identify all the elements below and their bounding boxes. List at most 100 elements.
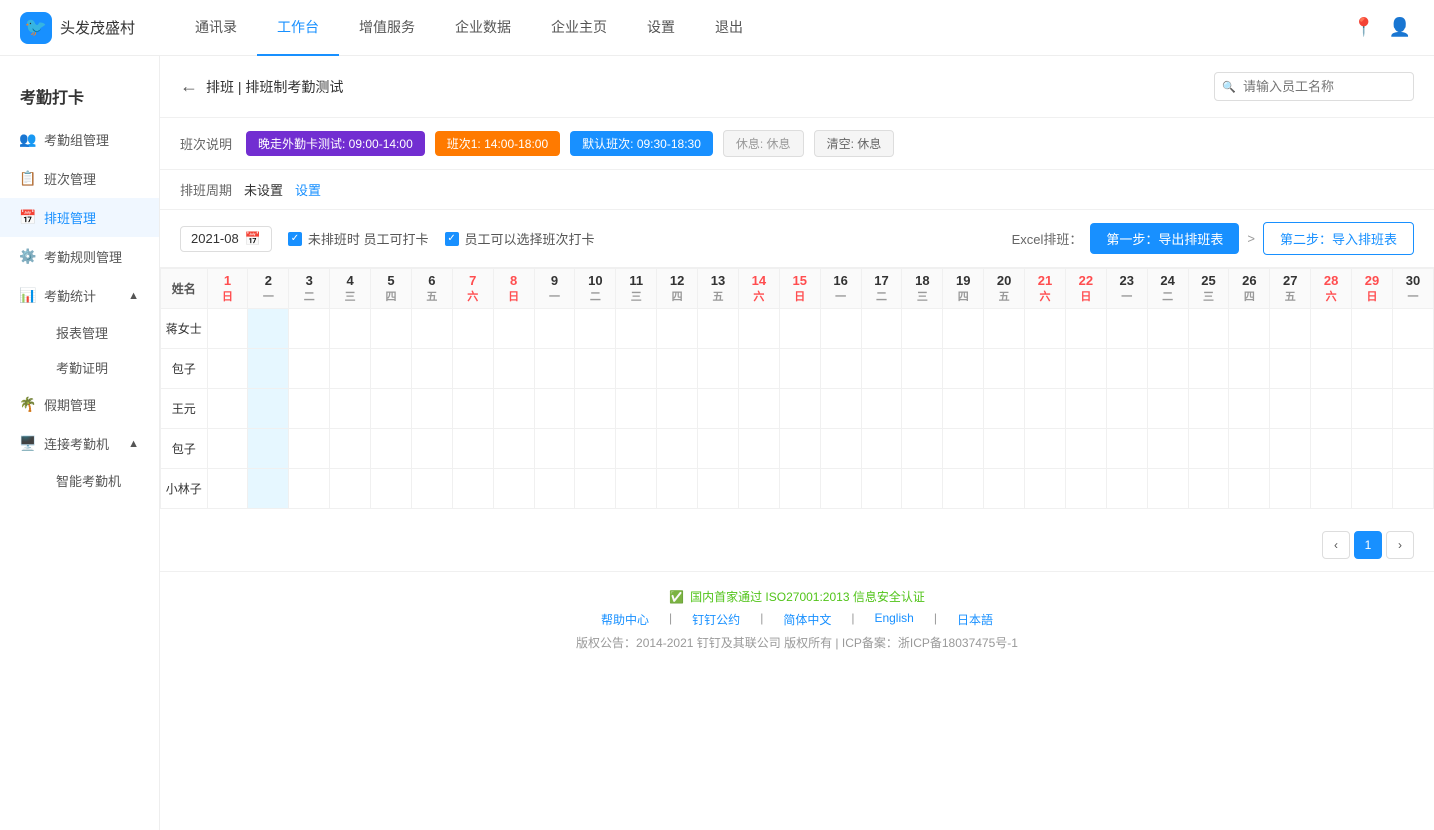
period-link[interactable]: 设置 (295, 180, 321, 199)
cell-5-9[interactable] (534, 469, 575, 509)
cell-3-30[interactable] (1392, 389, 1433, 429)
cell-3-29[interactable] (1352, 389, 1393, 429)
cell-3-15[interactable] (779, 389, 820, 429)
search-input[interactable] (1214, 72, 1414, 101)
cell-1-13[interactable] (698, 309, 739, 349)
cell-4-28[interactable] (1311, 429, 1352, 469)
cell-4-21[interactable] (1025, 429, 1066, 469)
cell-2-5[interactable] (371, 349, 412, 389)
checkbox-1[interactable]: ✓ (288, 232, 302, 246)
cell-3-2[interactable] (248, 389, 289, 429)
checkbox-2[interactable]: ✓ (445, 232, 459, 246)
cell-2-28[interactable] (1311, 349, 1352, 389)
back-button[interactable]: ← (180, 76, 198, 97)
cell-1-19[interactable] (943, 309, 984, 349)
cell-4-25[interactable] (1188, 429, 1229, 469)
clear-button[interactable]: 清空: 休息 (814, 130, 895, 157)
cell-4-12[interactable] (657, 429, 698, 469)
footer-link-japanese[interactable]: 日本語 (957, 611, 993, 628)
nav-item-workbench[interactable]: 工作台 (257, 0, 339, 56)
cell-3-3[interactable] (289, 389, 330, 429)
cell-3-4[interactable] (330, 389, 371, 429)
cell-4-5[interactable] (371, 429, 412, 469)
cell-5-1[interactable] (207, 469, 248, 509)
cell-5-10[interactable] (575, 469, 616, 509)
cell-2-7[interactable] (452, 349, 493, 389)
cell-3-1[interactable] (207, 389, 248, 429)
cell-1-27[interactable] (1270, 309, 1311, 349)
cell-5-2[interactable] (248, 469, 289, 509)
cell-2-18[interactable] (902, 349, 943, 389)
cell-1-28[interactable] (1311, 309, 1352, 349)
cell-3-11[interactable] (616, 389, 657, 429)
cell-2-22[interactable] (1065, 349, 1106, 389)
cell-3-5[interactable] (371, 389, 412, 429)
cell-5-23[interactable] (1106, 469, 1147, 509)
cell-2-25[interactable] (1188, 349, 1229, 389)
sidebar-item-schedule[interactable]: 📅 排班管理 (0, 198, 159, 237)
shift-badge-purple[interactable]: 晚走外勤卡测试: 09:00-14:00 (246, 131, 425, 156)
cell-1-22[interactable] (1065, 309, 1106, 349)
cell-5-6[interactable] (411, 469, 452, 509)
sidebar-item-shift[interactable]: 📋 班次管理 (0, 159, 159, 198)
next-page-button[interactable]: › (1386, 531, 1414, 559)
cell-2-16[interactable] (820, 349, 861, 389)
cell-1-18[interactable] (902, 309, 943, 349)
cell-4-3[interactable] (289, 429, 330, 469)
cell-5-8[interactable] (493, 469, 534, 509)
nav-item-value[interactable]: 增值服务 (339, 0, 435, 56)
cell-3-23[interactable] (1106, 389, 1147, 429)
cell-4-24[interactable] (1147, 429, 1188, 469)
cell-1-29[interactable] (1352, 309, 1393, 349)
cell-2-9[interactable] (534, 349, 575, 389)
cell-4-13[interactable] (698, 429, 739, 469)
cell-5-27[interactable] (1270, 469, 1311, 509)
cell-4-17[interactable] (861, 429, 902, 469)
cell-4-15[interactable] (779, 429, 820, 469)
cell-5-25[interactable] (1188, 469, 1229, 509)
nav-item-company[interactable]: 企业主页 (531, 0, 627, 56)
cell-2-4[interactable] (330, 349, 371, 389)
cell-1-8[interactable] (493, 309, 534, 349)
cell-1-17[interactable] (861, 309, 902, 349)
cell-5-5[interactable] (371, 469, 412, 509)
cell-2-19[interactable] (943, 349, 984, 389)
cell-3-6[interactable] (411, 389, 452, 429)
cell-1-9[interactable] (534, 309, 575, 349)
cell-2-14[interactable] (738, 349, 779, 389)
cell-3-16[interactable] (820, 389, 861, 429)
nav-item-contacts[interactable]: 通讯录 (175, 0, 257, 56)
cell-4-11[interactable] (616, 429, 657, 469)
cell-2-3[interactable] (289, 349, 330, 389)
cell-5-30[interactable] (1392, 469, 1433, 509)
cell-5-21[interactable] (1025, 469, 1066, 509)
import-button[interactable]: 第二步：导入排班表 (1263, 222, 1414, 255)
cell-4-19[interactable] (943, 429, 984, 469)
cell-2-12[interactable] (657, 349, 698, 389)
cell-4-26[interactable] (1229, 429, 1270, 469)
cell-3-24[interactable] (1147, 389, 1188, 429)
cell-3-19[interactable] (943, 389, 984, 429)
cell-3-17[interactable] (861, 389, 902, 429)
cell-2-13[interactable] (698, 349, 739, 389)
cell-3-26[interactable] (1229, 389, 1270, 429)
cell-5-26[interactable] (1229, 469, 1270, 509)
prev-page-button[interactable]: ‹ (1322, 531, 1350, 559)
cell-5-7[interactable] (452, 469, 493, 509)
footer-link-english[interactable]: English (874, 611, 913, 628)
cell-1-20[interactable] (984, 309, 1025, 349)
cell-1-5[interactable] (371, 309, 412, 349)
sidebar-item-attendance-group[interactable]: 👥 考勤组管理 (0, 120, 159, 159)
nav-item-data[interactable]: 企业数据 (435, 0, 531, 56)
cell-2-27[interactable] (1270, 349, 1311, 389)
cell-1-15[interactable] (779, 309, 820, 349)
nav-item-settings[interactable]: 设置 (627, 0, 695, 56)
cell-2-29[interactable] (1352, 349, 1393, 389)
cell-4-10[interactable] (575, 429, 616, 469)
cell-5-20[interactable] (984, 469, 1025, 509)
cell-2-8[interactable] (493, 349, 534, 389)
cell-1-10[interactable] (575, 309, 616, 349)
cell-4-2[interactable] (248, 429, 289, 469)
cell-5-16[interactable] (820, 469, 861, 509)
cell-1-6[interactable] (411, 309, 452, 349)
